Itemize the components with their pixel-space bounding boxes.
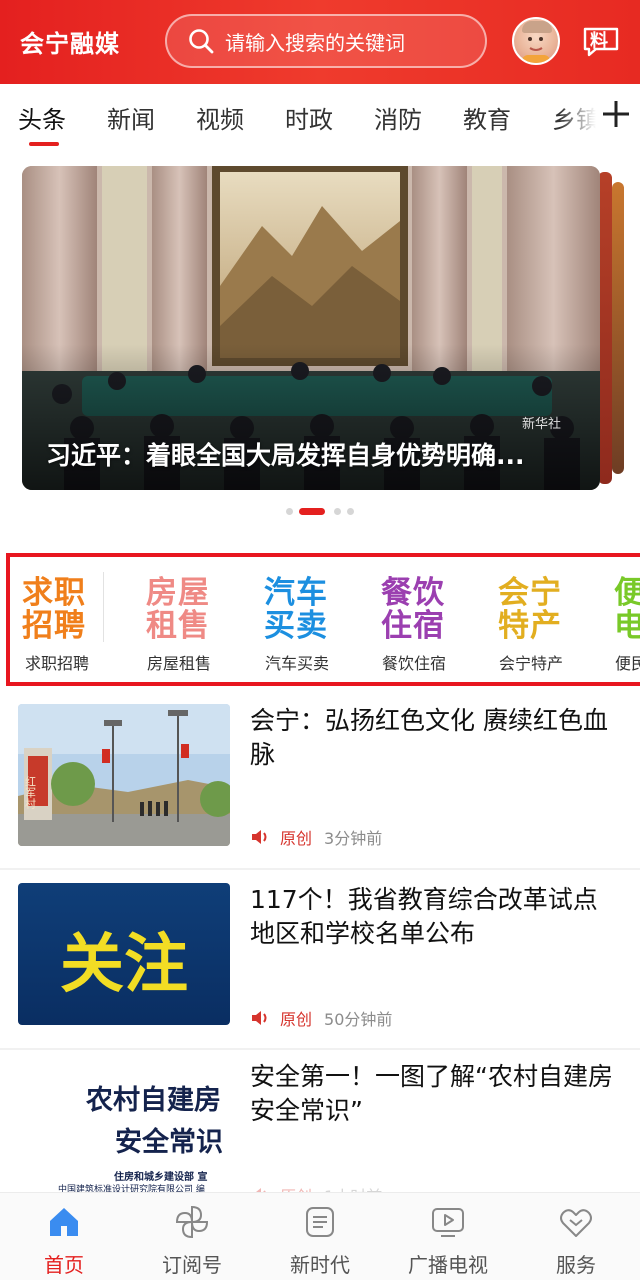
tab-news[interactable]: 新闻 [107,100,155,135]
service-hotline[interactable]: 便民电话 便民电话 [588,557,640,682]
news-time: 3分钟前 [324,829,383,848]
original-tag: 原创 [280,1183,312,1192]
carousel-dot[interactable] [334,508,341,515]
bottom-navigation: 首页 订阅号 新时代 广播电视 服务 [0,1192,640,1280]
carousel-watermark: 新华社 [522,416,561,432]
news-time: 1小时前 [324,1183,382,1192]
tab-education[interactable]: 教育 [463,100,511,135]
app-logo: 会宁融媒 [20,29,120,58]
channel-tabs: 头条 新闻 视频 时政 消防 教育 乡镇 [0,84,640,148]
service-jobs-label: 求职招聘 [24,654,89,673]
carousel-next-card [598,172,612,484]
service-dining-logo: 餐饮 住宿 [381,575,445,644]
news-tip-button[interactable]: 料 [582,26,620,58]
service-housing[interactable]: 房屋 租售 房屋租售 [120,557,238,682]
news-title: 117个！我省教育综合改革试点地区和学校名单公布 [250,885,598,948]
divider [0,1048,640,1050]
service-cars-logo: 汽车 买卖 [264,575,328,644]
active-tab-indicator [29,142,59,146]
carousel-pagination [0,508,640,516]
service-hotline-label: 便民电话 [614,654,640,673]
nav-broadcast[interactable]: 广播电视 [384,1193,512,1280]
news-thumbnail: 农村自建房 安全常识 住房和城乡建设部 宣 中国建筑标准设计研究院有限公司 编 [18,1060,230,1192]
news-item[interactable]: 农村自建房 安全常识 住房和城乡建设部 宣 中国建筑标准设计研究院有限公司 编 … [0,1060,640,1192]
thumb-attention-text: 关注 [60,928,188,1002]
thumb-village-sign: 红军村 [24,776,37,809]
thumb-publisher: 住房和城乡建设部 宣 [114,1172,208,1183]
service-cars-label: 汽车买卖 [264,654,329,673]
broadcast-tv-icon [432,1208,464,1237]
carousel-dot[interactable] [347,508,354,515]
news-thumbnail: 关注 [18,883,230,1025]
nav-service[interactable]: 服务 [512,1193,640,1280]
carousel-next-card [612,182,624,474]
original-tag: 原创 [280,1010,313,1029]
carousel-dot-active[interactable] [299,508,325,515]
service-dining[interactable]: 餐饮 住宿 餐饮住宿 [355,557,473,682]
nav-subscription-label: 订阅号 [162,1253,222,1277]
carousel-dot[interactable] [286,508,293,515]
news-time: 50分钟前 [324,1010,393,1029]
tab-fire[interactable]: 消防 [374,100,422,135]
news-meta: 原创 50分钟前 [250,1007,392,1029]
user-avatar[interactable] [512,17,560,65]
home-icon [50,1208,78,1236]
tab-video[interactable]: 视频 [196,100,244,135]
nav-home-label: 首页 [44,1253,84,1277]
nav-subscription[interactable]: 订阅号 [128,1193,256,1280]
news-title: 会宁：弘扬红色文化 赓续红色血脉 [250,706,608,769]
service-housing-logo: 房屋 租售 [146,575,210,644]
add-channel-icon[interactable] [598,96,634,132]
service-housing-label: 房屋租售 [146,654,211,673]
search-icon [181,14,221,68]
news-title: 安全第一！一图了解“农村自建房安全常识” [250,1062,613,1125]
service-specialty[interactable]: 会宁 特产 会宁特产 [472,557,590,682]
service-heart-icon [560,1209,592,1237]
tab-politics[interactable]: 时政 [285,100,333,135]
nav-home[interactable]: 首页 [0,1193,128,1280]
original-tag: 原创 [280,829,313,848]
subscription-icon [175,1205,209,1239]
search-placeholder: 请输入搜索的关键词 [225,30,405,55]
audio-icon [252,830,267,844]
nav-broadcast-label: 广播电视 [408,1253,488,1277]
thumb-headline-line2: 安全常识 [115,1127,223,1158]
tab-fade [560,84,596,148]
nav-service-label: 服务 [556,1253,596,1277]
news-thumbnail: 红军村 [18,704,230,846]
divider [0,868,640,870]
service-specialty-logo: 会宁 特产 [498,575,562,644]
carousel-caption: 习近平：着眼全国大局发挥自身优势明确... [46,441,525,470]
tab-headlines[interactable]: 头条 [18,100,66,135]
nav-new-era[interactable]: 新时代 [256,1193,384,1280]
news-tip-label: 料 [590,31,608,52]
thumb-headline-line1: 农村自建房 [86,1085,221,1116]
news-item[interactable]: 关注 117个！我省教育综合改革试点地区和学校名单公布 原创 50分钟前 [0,883,640,1045]
service-hotline-logo: 便民电话 [596,577,640,643]
search-bar[interactable]: 请输入搜索的关键词 [165,14,487,68]
service-dining-label: 餐饮住宿 [381,654,446,673]
headline-carousel[interactable]: 新华社 习近平：着眼全国大局发挥自身优势明确... [22,166,600,490]
audio-icon [252,1011,267,1025]
service-specialty-label: 会宁特产 [498,654,563,673]
news-meta: 原创 1小时前 [250,1184,382,1192]
new-era-icon [306,1207,334,1237]
service-jobs-logo: 求职 招聘 [22,575,86,644]
thumb-publisher-2: 中国建筑标准设计研究院有限公司 编 [58,1185,205,1192]
nav-new-era-label: 新时代 [290,1253,350,1277]
service-shortcuts: 求职 招聘 求职招聘 房屋 租售 房屋租售 汽车 买卖 汽车买卖 餐饮 住宿 餐饮住宿 … [6,553,640,686]
app-header: 会宁融媒 请输入搜索的关键词 料 [0,0,640,84]
service-cars[interactable]: 汽车 买卖 汽车买卖 [238,557,356,682]
news-item[interactable]: 红军村 会宁：弘扬红色文化 赓续红色血脉 原创 3分钟前 [0,704,640,864]
service-jobs[interactable]: 求职 招聘 求职招聘 [10,557,128,682]
news-meta: 原创 3分钟前 [250,826,382,848]
